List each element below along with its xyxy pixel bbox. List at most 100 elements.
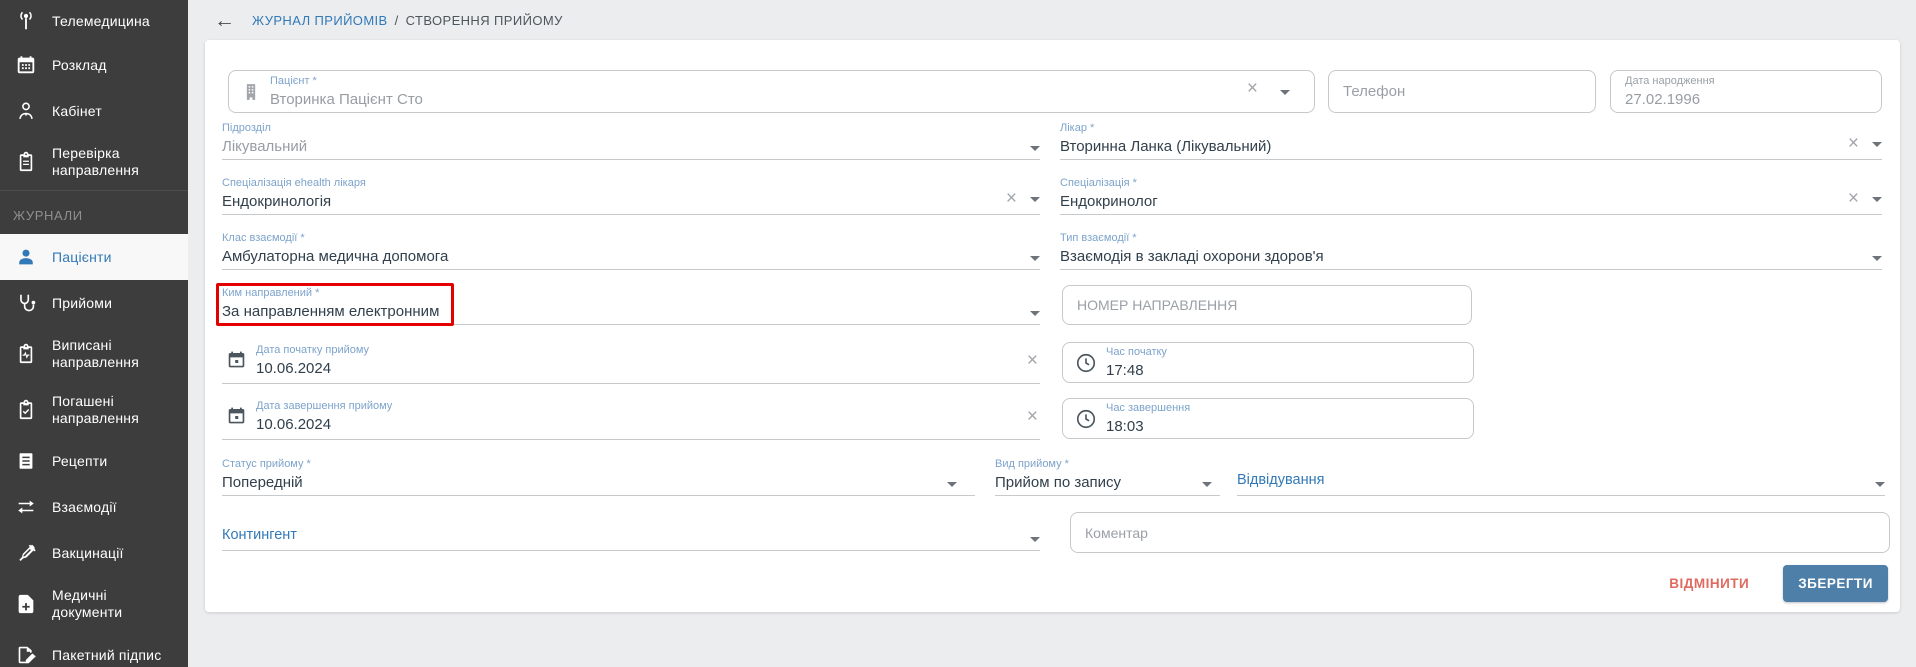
phone-input[interactable] — [1329, 83, 1595, 100]
chevron-down-icon[interactable] — [1872, 197, 1882, 202]
field-value: Взаємодія в закладі охорони здоров'я — [1060, 247, 1882, 266]
sidebar-item-interactions[interactable]: Взаємодії — [0, 484, 188, 530]
start-time-field[interactable]: Час початку 17:48 — [1062, 342, 1474, 383]
end-date-field[interactable]: Дата завершення прийому 10.06.2024 × — [222, 398, 1040, 440]
person-icon — [13, 246, 39, 268]
chevron-down-icon[interactable] — [1030, 197, 1040, 202]
sidebar-item-recipes[interactable]: Рецепти — [0, 438, 188, 484]
chevron-down-icon[interactable] — [1872, 142, 1882, 147]
sidebar-item-vaccinations[interactable]: Вакцинації — [0, 530, 188, 576]
patient-select[interactable]: Пацієнт * Вторинка Пацієнт Сто × — [228, 70, 1315, 113]
clear-icon[interactable]: × — [1006, 192, 1017, 206]
start-date-field[interactable]: Дата початку прийому 10.06.2024 × — [222, 342, 1040, 384]
calendar-icon — [226, 405, 247, 431]
clock-icon — [1075, 408, 1097, 430]
sidebar-item-label: Перевірка направлення — [52, 145, 178, 179]
sidebar-item-telemedicine[interactable]: Телемедицина — [0, 0, 188, 42]
phone-field[interactable] — [1328, 70, 1596, 113]
ehealth-specialization-select[interactable]: Спеціалізація ehealth лікаря Ендокриноло… — [222, 177, 1040, 215]
sidebar-item-cabinet[interactable]: Кабінет — [0, 88, 188, 134]
sidebar-item-referral-check[interactable]: Перевірка направлення — [0, 134, 188, 190]
clear-icon[interactable]: × — [1848, 137, 1859, 151]
sidebar-item-issued-referrals[interactable]: Виписані направлення — [0, 326, 188, 382]
doctor-select[interactable]: Лікар * Вторинна Ланка (Лікувальний) × — [1060, 122, 1882, 160]
referred-by-select[interactable]: Ким направлений * За направленням електр… — [222, 287, 1040, 325]
back-arrow-icon[interactable]: ← — [214, 10, 235, 31]
building-icon — [241, 82, 261, 102]
division-select[interactable]: Підрозділ Лікувальний — [222, 122, 1040, 160]
breadcrumb: ЖУРНАЛ ПРИЙОМІВ / СТВОРЕННЯ ПРИЙОМУ — [252, 13, 563, 28]
sidebar-item-label: Вакцинації — [52, 545, 124, 562]
sidebar-item-schedule[interactable]: Розклад — [0, 42, 188, 88]
field-label: Час початку — [1106, 346, 1167, 359]
sidebar-item-batch-signature[interactable]: Пакетний підпис — [0, 632, 188, 667]
cancel-button[interactable]: ВІДМІНИТИ — [1669, 576, 1749, 591]
referral-number-field[interactable] — [1062, 285, 1472, 325]
visiting-select[interactable]: Відвідування — [1237, 458, 1885, 496]
chevron-down-icon[interactable] — [1280, 90, 1290, 95]
end-time-field[interactable]: Час завершення 18:03 — [1062, 398, 1474, 439]
sidebar-item-patients[interactable]: Пацієнти — [0, 234, 188, 280]
sidebar: Телемедицина Розклад Кабінет Перевірка н… — [0, 0, 188, 667]
chevron-down-icon[interactable] — [1030, 311, 1040, 316]
status-select[interactable]: Статус прийому * Попередній — [222, 458, 975, 496]
sidebar-item-redeemed-referrals[interactable]: Погашені направлення — [0, 382, 188, 438]
clear-icon[interactable]: × — [1247, 82, 1258, 96]
sidebar-item-label: Кабінет — [52, 103, 102, 120]
sidebar-item-label: Виписані направлення — [52, 337, 178, 371]
field-label: Лікар * — [1060, 122, 1882, 135]
chevron-down-icon[interactable] — [1202, 482, 1212, 487]
sidebar-item-label: Розклад — [52, 57, 107, 74]
sidebar-item-label: Медичні документи — [52, 587, 178, 621]
field-value: 10.06.2024 — [256, 359, 369, 378]
calendar-icon — [13, 54, 39, 76]
clear-icon[interactable]: × — [1848, 192, 1859, 206]
field-label: Спеціалізація ehealth лікаря — [222, 177, 1040, 190]
field-value: Амбулаторна медична допомога — [222, 247, 1040, 266]
field-value: 27.02.1996 — [1625, 90, 1715, 109]
chevron-down-icon[interactable] — [1875, 482, 1885, 487]
doctor-icon — [13, 100, 39, 122]
field-label: Дата завершення прийому — [256, 400, 392, 413]
clipboard-pulse-icon — [13, 343, 39, 365]
field-label: Спеціалізація * — [1060, 177, 1882, 190]
save-button[interactable]: ЗБЕРЕГТИ — [1783, 565, 1888, 602]
appointment-form-card: Пацієнт * Вторинка Пацієнт Сто × Дата на… — [205, 40, 1900, 612]
form-actions: ВІДМІНИТИ ЗБЕРЕГТИ — [1669, 564, 1888, 602]
field-label: Дата початку прийому — [256, 344, 369, 357]
field-value: 17:48 — [1106, 361, 1167, 380]
clear-icon[interactable]: × — [1027, 354, 1038, 368]
contingent-select[interactable]: Контингент — [222, 513, 1040, 551]
chevron-down-icon[interactable] — [1030, 537, 1040, 542]
field-label: Пацієнт * — [270, 75, 423, 88]
sidebar-item-appointments[interactable]: Прийоми — [0, 280, 188, 326]
stethoscope-icon — [13, 292, 39, 314]
app-window: Телемедицина Розклад Кабінет Перевірка н… — [0, 0, 1916, 667]
comment-input[interactable] — [1071, 525, 1889, 541]
referral-number-input[interactable] — [1063, 297, 1471, 313]
sidebar-item-label: Погашені направлення — [52, 393, 178, 427]
field-label: Час завершення — [1106, 402, 1190, 415]
interaction-type-select[interactable]: Тип взаємодії * Взаємодія в закладі охор… — [1060, 232, 1882, 270]
field-label: Ким направлений * — [222, 287, 1040, 300]
field-value: Попередній — [222, 473, 975, 492]
specialization-select[interactable]: Спеціалізація * Ендокринолог × — [1060, 177, 1882, 215]
field-value: Прийом по запису — [995, 473, 1220, 492]
chevron-down-icon[interactable] — [1030, 256, 1040, 261]
comment-field[interactable] — [1070, 512, 1890, 553]
chevron-down-icon[interactable] — [947, 482, 957, 487]
breadcrumb-separator: / — [395, 13, 399, 28]
swap-arrows-icon — [13, 496, 39, 518]
breadcrumb-journal-link[interactable]: ЖУРНАЛ ПРИЙОМІВ — [252, 13, 388, 28]
calendar-icon — [226, 349, 247, 375]
chevron-down-icon[interactable] — [1030, 146, 1040, 151]
clear-icon[interactable]: × — [1027, 410, 1038, 424]
sidebar-item-medical-documents[interactable]: Медичні документи — [0, 576, 188, 632]
field-value: Вторинка Пацієнт Сто — [270, 90, 423, 109]
interaction-class-select[interactable]: Клас взаємодії * Амбулаторна медична доп… — [222, 232, 1040, 270]
visit-kind-select[interactable]: Вид прийому * Прийом по запису — [995, 458, 1220, 496]
field-value: Ендокринологія — [222, 192, 1040, 211]
chevron-down-icon[interactable] — [1872, 256, 1882, 261]
field-label: Підрозділ — [222, 122, 1040, 135]
syringe-icon — [13, 542, 39, 564]
